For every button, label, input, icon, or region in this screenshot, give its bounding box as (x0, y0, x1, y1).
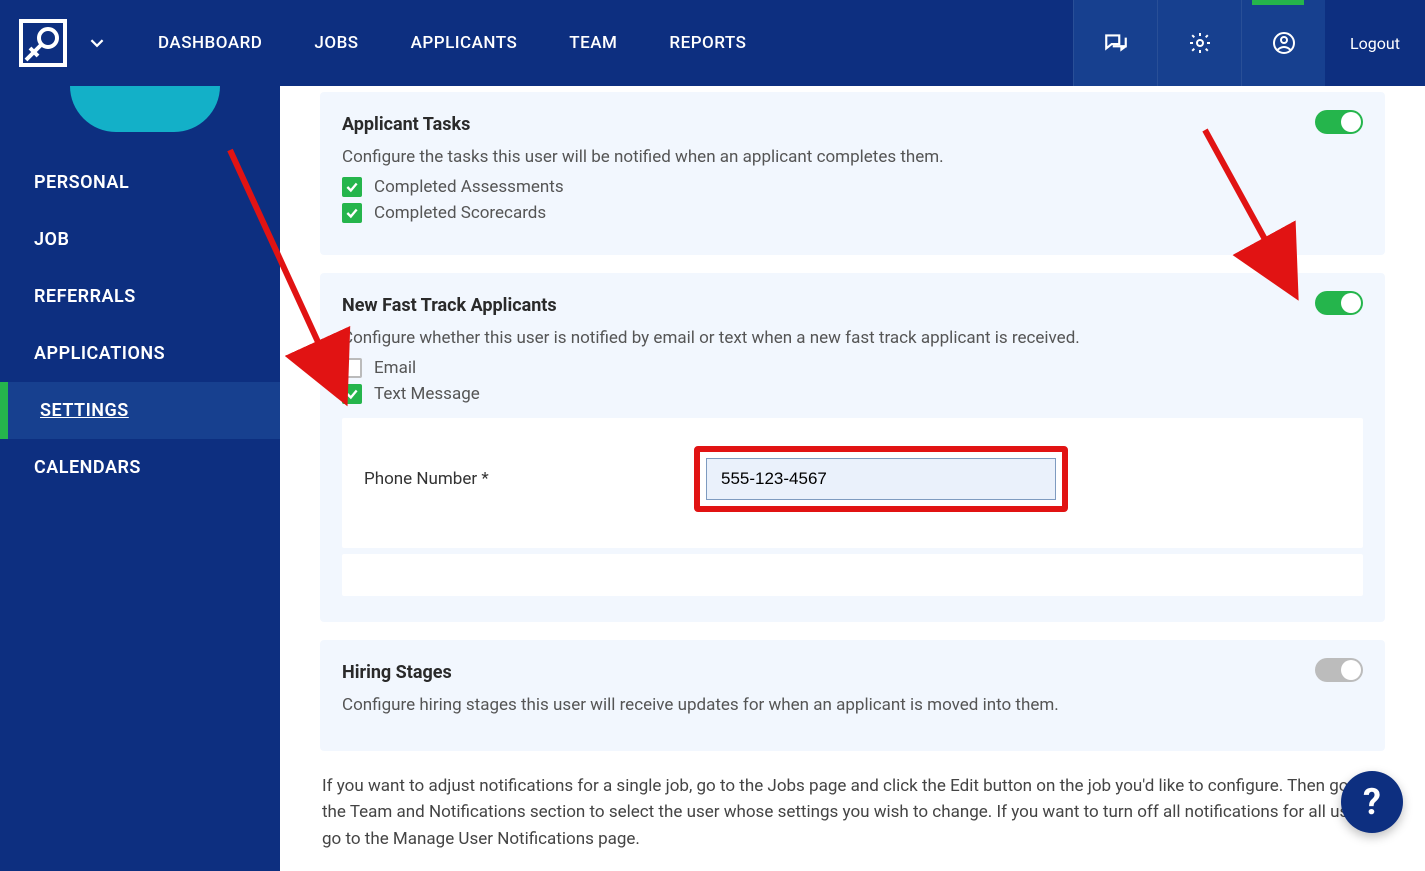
sidebar-item-referrals[interactable]: REFERRALS (0, 268, 280, 325)
logo-icon (18, 18, 68, 68)
sidebar-item-settings[interactable]: SETTINGS (0, 382, 280, 439)
card-hiring-stages: Hiring Stages Configure hiring stages th… (320, 640, 1385, 751)
sidebar-items: PERSONAL JOB REFERRALS APPLICATIONS SETT… (0, 154, 280, 496)
card-title: Hiring Stages (342, 662, 1363, 683)
check-label: Text Message (374, 384, 480, 404)
main-nav: DASHBOARD JOBS APPLICANTS TEAM REPORTS (158, 33, 746, 53)
checkbox-icon (342, 177, 362, 197)
checkbox-icon (342, 203, 362, 223)
nav-reports[interactable]: REPORTS (669, 33, 746, 53)
checkbox-icon (342, 358, 362, 378)
nav-applicants[interactable]: APPLICANTS (411, 33, 518, 53)
nav-jobs[interactable]: JOBS (314, 33, 358, 53)
messages-button[interactable] (1073, 0, 1157, 86)
card-applicant-tasks: Applicant Tasks Configure the tasks this… (320, 92, 1385, 255)
sidebar-item-personal[interactable]: PERSONAL (0, 154, 280, 211)
sidebar-item-job[interactable]: JOB (0, 211, 280, 268)
gear-icon (1188, 31, 1212, 55)
org-switcher[interactable] (86, 36, 108, 50)
card-desc: Configure whether this user is notified … (342, 328, 1363, 348)
phone-input[interactable] (706, 458, 1056, 500)
avatar (70, 86, 220, 132)
chat-icon (1103, 30, 1129, 56)
checkbox-icon (342, 384, 362, 404)
sidebar: PERSONAL JOB REFERRALS APPLICATIONS SETT… (0, 86, 280, 871)
check-completed-assessments[interactable]: Completed Assessments (342, 177, 1363, 197)
phone-panel: Phone Number * (342, 418, 1363, 548)
main-content[interactable]: Applicant Tasks Configure the tasks this… (280, 86, 1425, 871)
toggle-fast-track[interactable] (1315, 291, 1363, 315)
sidebar-item-calendars[interactable]: CALENDARS (0, 439, 280, 496)
settings-button[interactable] (1157, 0, 1241, 86)
toggle-applicant-tasks[interactable] (1315, 110, 1363, 134)
help-text: If you want to adjust notifications for … (322, 773, 1383, 852)
app-logo[interactable] (0, 0, 86, 86)
toggle-hiring-stages[interactable] (1315, 658, 1363, 682)
active-tab-indicator (1252, 0, 1304, 5)
panel-spacer (342, 554, 1363, 596)
sidebar-item-applications[interactable]: APPLICATIONS (0, 325, 280, 382)
topbar-right: Logout (1073, 0, 1425, 86)
card-fast-track: New Fast Track Applicants Configure whet… (320, 273, 1385, 622)
check-label: Completed Scorecards (374, 203, 546, 223)
card-title: New Fast Track Applicants (342, 295, 1363, 316)
card-desc: Configure hiring stages this user will r… (342, 695, 1363, 715)
card-title: Applicant Tasks (342, 114, 1363, 135)
check-text-message[interactable]: Text Message (342, 384, 1363, 404)
nav-team[interactable]: TEAM (569, 33, 617, 53)
chevron-down-icon (90, 36, 104, 50)
check-label: Email (374, 358, 416, 378)
user-icon (1272, 31, 1296, 55)
card-desc: Configure the tasks this user will be no… (342, 147, 1363, 167)
logout-button[interactable]: Logout (1325, 0, 1425, 86)
topbar: DASHBOARD JOBS APPLICANTS TEAM REPORTS L… (0, 0, 1425, 86)
phone-input-highlight (694, 446, 1068, 512)
check-completed-scorecards[interactable]: Completed Scorecards (342, 203, 1363, 223)
profile-button[interactable] (1241, 0, 1325, 86)
check-email[interactable]: Email (342, 358, 1363, 378)
check-label: Completed Assessments (374, 177, 564, 197)
help-fab[interactable]: ? (1341, 771, 1403, 833)
nav-dashboard[interactable]: DASHBOARD (158, 33, 262, 53)
phone-label: Phone Number * (364, 469, 664, 489)
